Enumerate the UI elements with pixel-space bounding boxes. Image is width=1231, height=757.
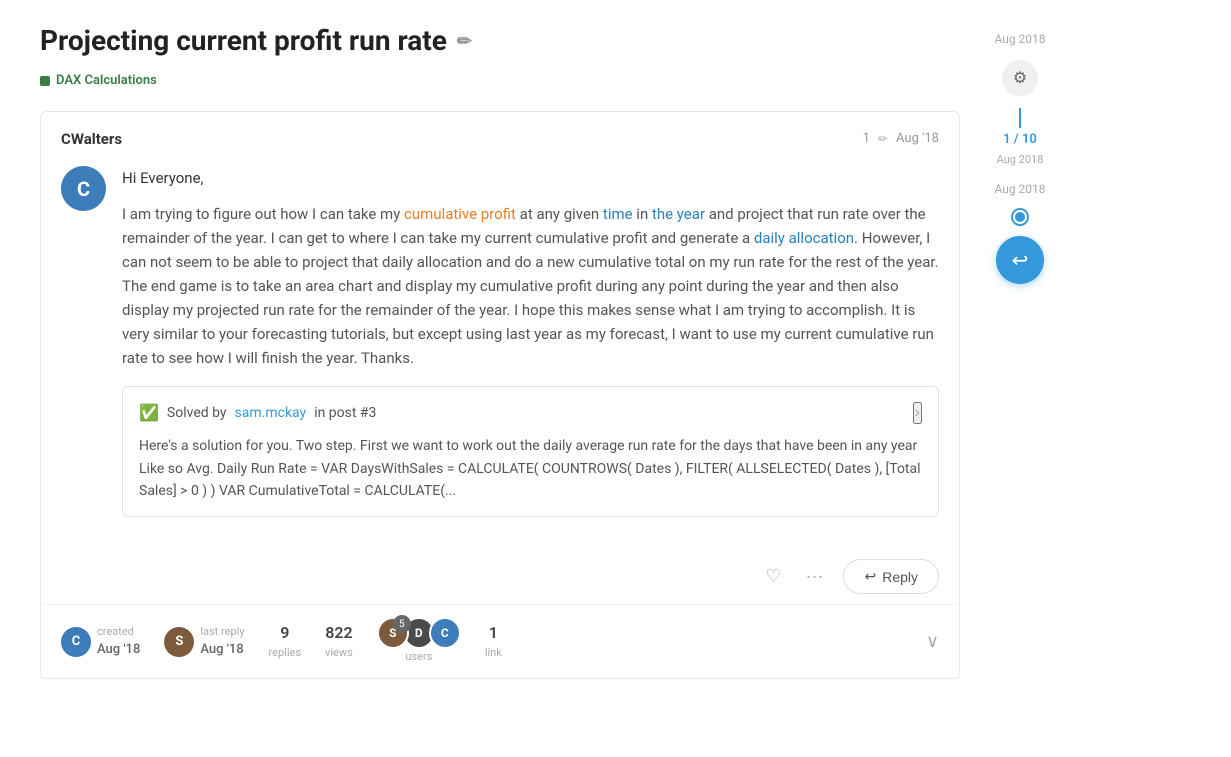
views-count: 822: [325, 621, 352, 645]
solved-check-icon: ✅: [139, 401, 159, 425]
solved-by-text: Solved by: [167, 403, 227, 424]
fab-reply-icon: ↩: [1012, 248, 1029, 273]
replies-stat: 9 replies: [269, 621, 302, 662]
reply-icon: ↩: [864, 568, 876, 585]
like-button[interactable]: ♡: [761, 562, 785, 591]
more-button[interactable]: ···: [801, 562, 827, 591]
page-title: Projecting current profit run rate ✏: [40, 20, 960, 62]
link-label: link: [485, 645, 502, 662]
post-date: Aug '18: [896, 129, 939, 149]
last-reply-label: last reply: [200, 624, 244, 641]
category-badge[interactable]: DAX Calculations: [40, 71, 157, 91]
post-greeting: Hi Everyone,: [122, 166, 939, 190]
sidebar-date-top: Aug 2018: [994, 30, 1045, 48]
user-avatar-1: S 5: [377, 617, 409, 649]
post-body: C Hi Everyone, I am trying to figure out…: [41, 150, 959, 549]
reply-label: Reply: [882, 569, 918, 585]
views-label: views: [325, 645, 353, 662]
sidebar-indicator-dot: [1013, 210, 1027, 224]
post-body-text: I am trying to figure out how I can take…: [122, 202, 939, 370]
sidebar: Aug 2018 ⚙ 1 / 10 Aug 2018 Aug 2018 ↩: [980, 20, 1060, 679]
link-count: 1: [489, 621, 498, 645]
user-avatars: S 5 D C: [377, 617, 461, 649]
progress-line: [1019, 108, 1021, 128]
post-edit-icon: ✏: [878, 130, 888, 148]
created-date: Aug '18: [97, 640, 140, 660]
progress-tracker: 1 / 10 Aug 2018: [997, 108, 1044, 168]
created-avatar-letter: C: [72, 632, 81, 652]
settings-button[interactable]: ⚙: [1002, 60, 1038, 96]
created-avatar: C: [61, 627, 91, 657]
author-avatar: C: [61, 166, 106, 211]
link-stat: 1 link: [485, 621, 502, 662]
last-reply-meta: S last reply Aug '18: [164, 624, 244, 660]
user-avatar-3: C: [429, 617, 461, 649]
post-footer: C created Aug '18 S: [41, 604, 959, 678]
post-meta: 1 ✏ Aug '18: [863, 129, 939, 149]
footer-meta: C created Aug '18 S: [61, 617, 502, 666]
last-reply-avatar-letter: S: [175, 632, 183, 652]
replies-count: 9: [280, 621, 289, 645]
solved-header: ✅ Solved by sam.mckay in post #3 ›: [139, 401, 922, 425]
replies-label: replies: [269, 645, 302, 662]
avatar-letter: C: [77, 174, 90, 204]
solved-label: ✅ Solved by sam.mckay in post #3: [139, 401, 376, 425]
fab-reply-button[interactable]: ↩: [996, 236, 1044, 284]
solved-user-link[interactable]: sam.mckay: [235, 403, 307, 424]
sidebar-date-bottom: Aug 2018: [994, 180, 1045, 198]
progress-fraction: 1 / 10: [1003, 130, 1037, 150]
title-text: Projecting current profit run rate: [40, 20, 447, 62]
users-stat: S 5 D C users: [377, 617, 461, 666]
like-icon: ♡: [765, 566, 781, 587]
views-stat: 822 views: [325, 621, 353, 662]
edit-title-icon[interactable]: ✏: [457, 28, 472, 55]
settings-icon: ⚙: [1013, 68, 1027, 88]
post-header: CWalters 1 ✏ Aug '18: [41, 112, 959, 151]
category-label: DAX Calculations: [56, 71, 157, 91]
post-number: 1: [863, 129, 870, 149]
solved-collapse-btn[interactable]: ›: [913, 402, 922, 424]
reply-button[interactable]: ↩ Reply: [843, 559, 939, 594]
created-meta: C created Aug '18: [61, 624, 140, 660]
more-icon: ···: [805, 566, 823, 587]
created-label: created: [97, 624, 140, 641]
solved-post-ref: in post #3: [314, 403, 376, 424]
post-actions: ♡ ··· ↩ Reply: [41, 549, 959, 604]
last-reply-avatar: S: [164, 627, 194, 657]
progress-date: Aug 2018: [997, 152, 1044, 169]
post-card: CWalters 1 ✏ Aug '18 C Hi Everyone, I am…: [40, 111, 960, 679]
last-reply-date: Aug '18: [200, 640, 244, 660]
solved-preview-text: Here's a solution for you. Two step. Fir…: [139, 435, 922, 502]
users-label: users: [405, 649, 432, 666]
category-dot: [40, 76, 50, 86]
post-content-area: Hi Everyone, I am trying to figure out h…: [122, 166, 939, 533]
post-author: CWalters: [61, 128, 122, 151]
expand-button[interactable]: ∨: [926, 631, 939, 652]
avatar-wrapper: C: [61, 166, 106, 533]
solved-box: ✅ Solved by sam.mckay in post #3 › Here'…: [122, 386, 939, 517]
